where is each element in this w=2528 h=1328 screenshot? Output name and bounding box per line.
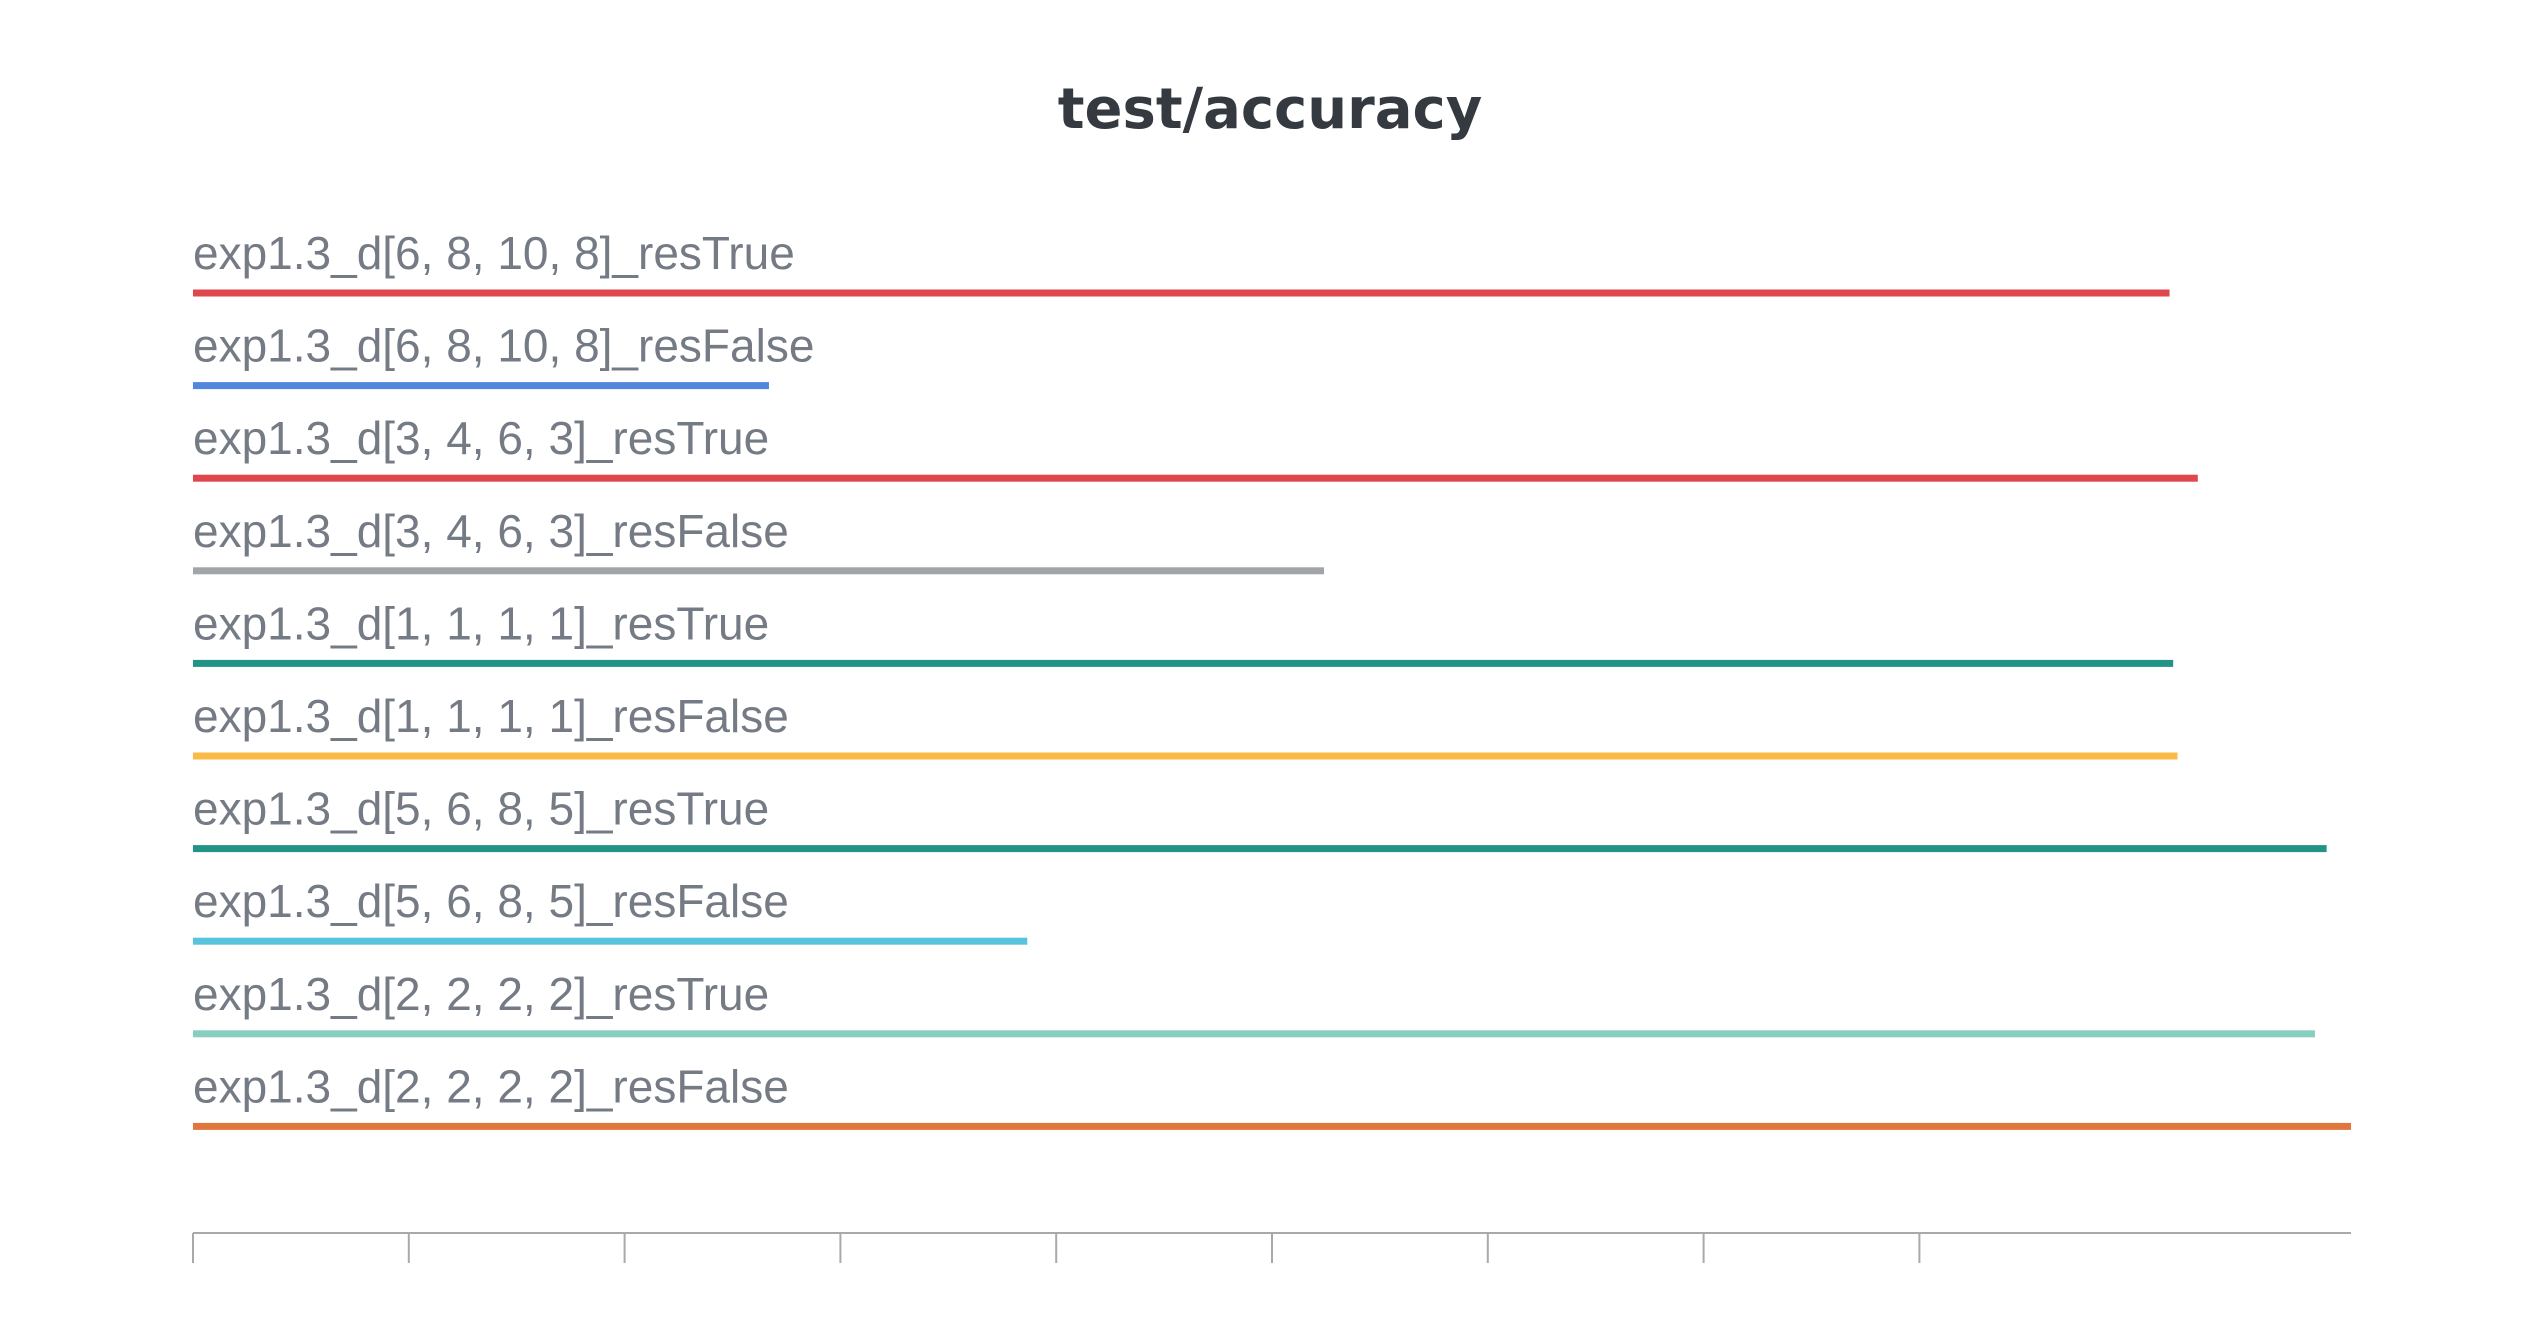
bar-label: exp1.3_d[2, 2, 2, 2]_resFalse	[193, 1060, 789, 1112]
bar-label: exp1.3_d[6, 8, 10, 8]_resTrue	[193, 227, 795, 279]
bar-label: exp1.3_d[2, 2, 2, 2]_resTrue	[193, 968, 769, 1020]
chart-root: test/accuracy exp1.3_d[6, 8, 10, 8]_resT…	[0, 0, 2528, 1328]
bar-label: exp1.3_d[1, 1, 1, 1]_resFalse	[193, 690, 789, 742]
bar[interactable]	[193, 382, 769, 390]
bar[interactable]	[193, 567, 1325, 575]
bar-label: exp1.3_d[6, 8, 10, 8]_resFalse	[193, 320, 814, 372]
bar[interactable]	[193, 289, 2170, 297]
bar[interactable]	[193, 845, 2327, 853]
chart-title: test/accuracy	[1058, 77, 1482, 142]
bar[interactable]	[193, 474, 2198, 482]
bar-label: exp1.3_d[5, 6, 8, 5]_resFalse	[193, 875, 789, 927]
x-axis	[192, 1232, 2351, 1263]
bar-chart: test/accuracy exp1.3_d[6, 8, 10, 8]_resT…	[192, 77, 2351, 1263]
bar-label: exp1.3_d[3, 4, 6, 3]_resFalse	[193, 505, 789, 557]
bar[interactable]	[193, 937, 1028, 945]
bar[interactable]	[193, 1122, 2351, 1130]
bar-label: exp1.3_d[1, 1, 1, 1]_resTrue	[193, 597, 769, 649]
bar[interactable]	[193, 659, 2174, 667]
bar[interactable]	[193, 1030, 2315, 1038]
bar-label: exp1.3_d[3, 4, 6, 3]_resTrue	[193, 412, 769, 464]
bars-group: exp1.3_d[6, 8, 10, 8]_resTrue exp1.3_d[6,…	[193, 227, 2351, 1130]
bar[interactable]	[193, 752, 2178, 760]
bar-label: exp1.3_d[5, 6, 8, 5]_resTrue	[193, 783, 769, 835]
